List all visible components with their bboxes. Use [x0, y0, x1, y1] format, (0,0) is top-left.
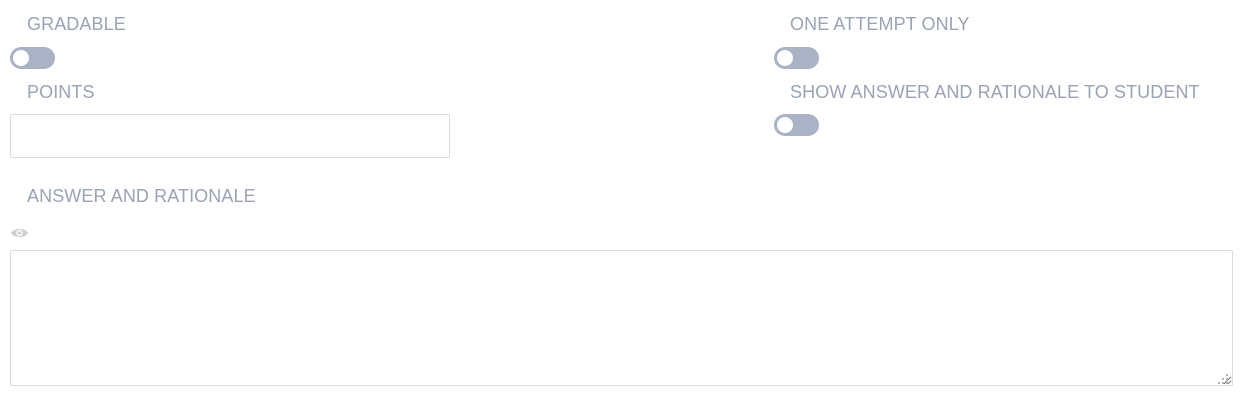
toggle-knob — [13, 50, 29, 66]
gradable-toggle[interactable] — [10, 47, 55, 69]
resize-grip-icon[interactable] — [1217, 372, 1229, 384]
eye-icon[interactable] — [10, 226, 29, 240]
answer-rationale-label: ANSWER AND RATIONALE — [27, 186, 256, 206]
show-answer-label: SHOW ANSWER AND RATIONALE TO STUDENT — [790, 82, 1200, 102]
one-attempt-only-label: ONE ATTEMPT ONLY — [790, 14, 970, 34]
one-attempt-only-toggle[interactable] — [774, 47, 819, 69]
answer-rationale-textarea[interactable] — [10, 250, 1233, 386]
gradable-label: GRADABLE — [27, 14, 126, 34]
points-label: POINTS — [27, 82, 95, 102]
toggle-knob — [777, 50, 793, 66]
points-input[interactable] — [10, 114, 450, 158]
show-answer-toggle[interactable] — [774, 114, 819, 136]
toggle-knob — [777, 117, 793, 133]
